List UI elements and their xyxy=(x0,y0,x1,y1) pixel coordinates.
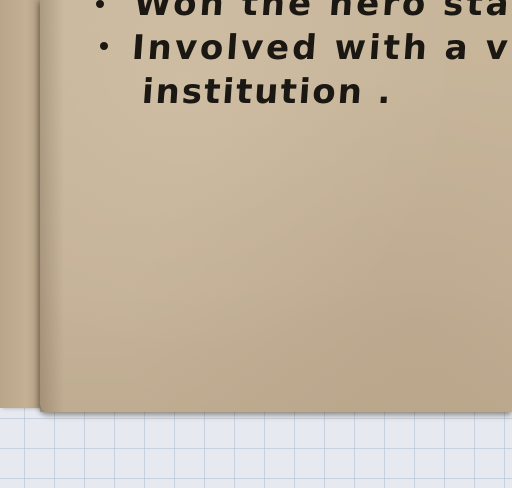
handwritten-bullet-list: Won the hero sta Involved with a v insti… xyxy=(40,0,512,412)
notebook-page: Won the hero sta Involved with a v insti… xyxy=(40,0,512,412)
bullet-icon xyxy=(100,42,108,50)
left-page-edge xyxy=(0,0,44,408)
handwritten-line-continuation: institution . xyxy=(140,72,395,112)
bullet-icon xyxy=(96,0,104,8)
handwritten-line: Involved with a v xyxy=(130,28,512,68)
handwritten-line: Won the hero sta xyxy=(132,0,512,24)
